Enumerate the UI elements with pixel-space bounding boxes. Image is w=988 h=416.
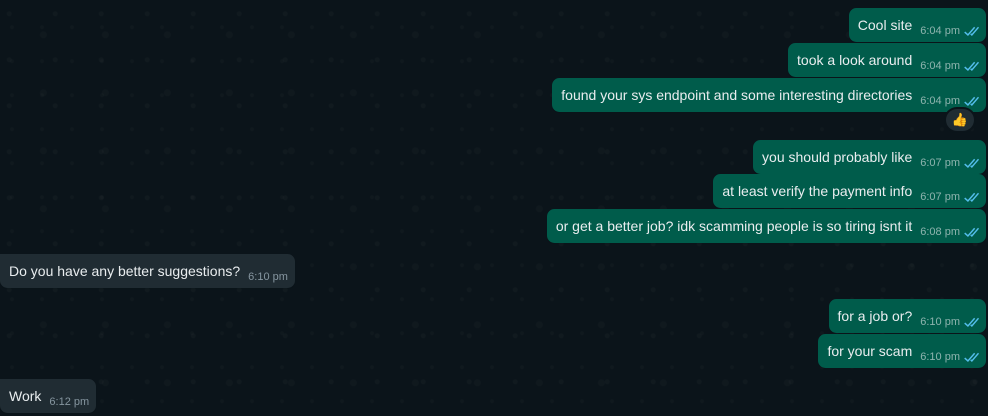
message-bubble-outgoing[interactable]: took a look around 6:04 pm <box>788 43 986 77</box>
message-meta: 6:04 pm <box>920 59 979 74</box>
double-check-icon <box>964 317 979 327</box>
message-text: Do you have any better suggestions? <box>9 263 241 279</box>
message-meta: 6:07 pm <box>920 190 979 205</box>
message-bubble-outgoing[interactable]: found your sys endpoint and some interes… <box>552 78 986 112</box>
message-bubble-outgoing[interactable]: or get a better job? idk scamming people… <box>546 209 986 243</box>
message-time: 6:10 pm <box>248 271 288 283</box>
message-text: took a look around <box>797 52 913 68</box>
message-meta: 6:10 pm <box>920 315 979 330</box>
message-text: at least verify the payment info <box>722 183 913 199</box>
message-text: you should probably like <box>762 149 913 165</box>
double-check-icon <box>964 61 979 71</box>
double-check-icon <box>964 227 979 237</box>
message-meta: 6:08 pm <box>920 225 979 240</box>
message-bubble-outgoing[interactable]: for a job or? 6:10 pm <box>828 299 986 333</box>
message-bubble-incoming[interactable]: Work 6:12 pm <box>0 379 97 413</box>
double-check-icon <box>964 96 979 106</box>
message-text: Work <box>9 388 42 404</box>
message-meta: 6:12 pm <box>49 395 89 410</box>
thumbs-up-emoji: 👍 <box>951 112 969 127</box>
message-time: 6:04 pm <box>920 60 960 72</box>
double-check-icon <box>964 192 979 202</box>
message-time: 6:07 pm <box>920 157 960 169</box>
message-bubble-outgoing[interactable]: Cool site 6:04 pm <box>848 8 986 42</box>
message-meta: 6:04 pm <box>920 24 979 39</box>
double-check-icon <box>964 352 979 362</box>
message-time: 6:10 pm <box>920 316 960 328</box>
double-check-icon <box>964 26 979 36</box>
message-time: 6:10 pm <box>920 351 960 363</box>
message-meta: 6:04 pm <box>920 94 979 109</box>
reaction-thumbs-up[interactable]: 👍 <box>946 109 974 131</box>
message-bubble-outgoing[interactable]: for your scam 6:10 pm <box>818 334 986 368</box>
message-text: Cool site <box>857 17 913 33</box>
message-text: found your sys endpoint and some interes… <box>561 87 913 103</box>
message-bubble-outgoing[interactable]: you should probably like 6:07 pm <box>753 140 986 174</box>
double-check-icon <box>964 158 979 168</box>
message-text: for a job or? <box>837 308 913 324</box>
message-time: 6:04 pm <box>920 25 960 37</box>
message-meta: 6:07 pm <box>920 156 979 171</box>
message-text: or get a better job? idk scamming people… <box>555 218 913 234</box>
message-time: 6:08 pm <box>920 226 960 238</box>
message-time: 6:12 pm <box>49 396 90 408</box>
message-bubble-outgoing[interactable]: at least verify the payment info 6:07 pm <box>713 174 986 208</box>
message-time: 6:04 pm <box>920 95 960 107</box>
message-meta: 6:10 pm <box>920 350 979 365</box>
message-meta: 6:10 pm <box>248 270 288 285</box>
message-text: for your scam <box>827 343 913 359</box>
message-time: 6:07 pm <box>920 191 960 203</box>
message-bubble-incoming[interactable]: Do you have any better suggestions? 6:10… <box>0 254 295 288</box>
